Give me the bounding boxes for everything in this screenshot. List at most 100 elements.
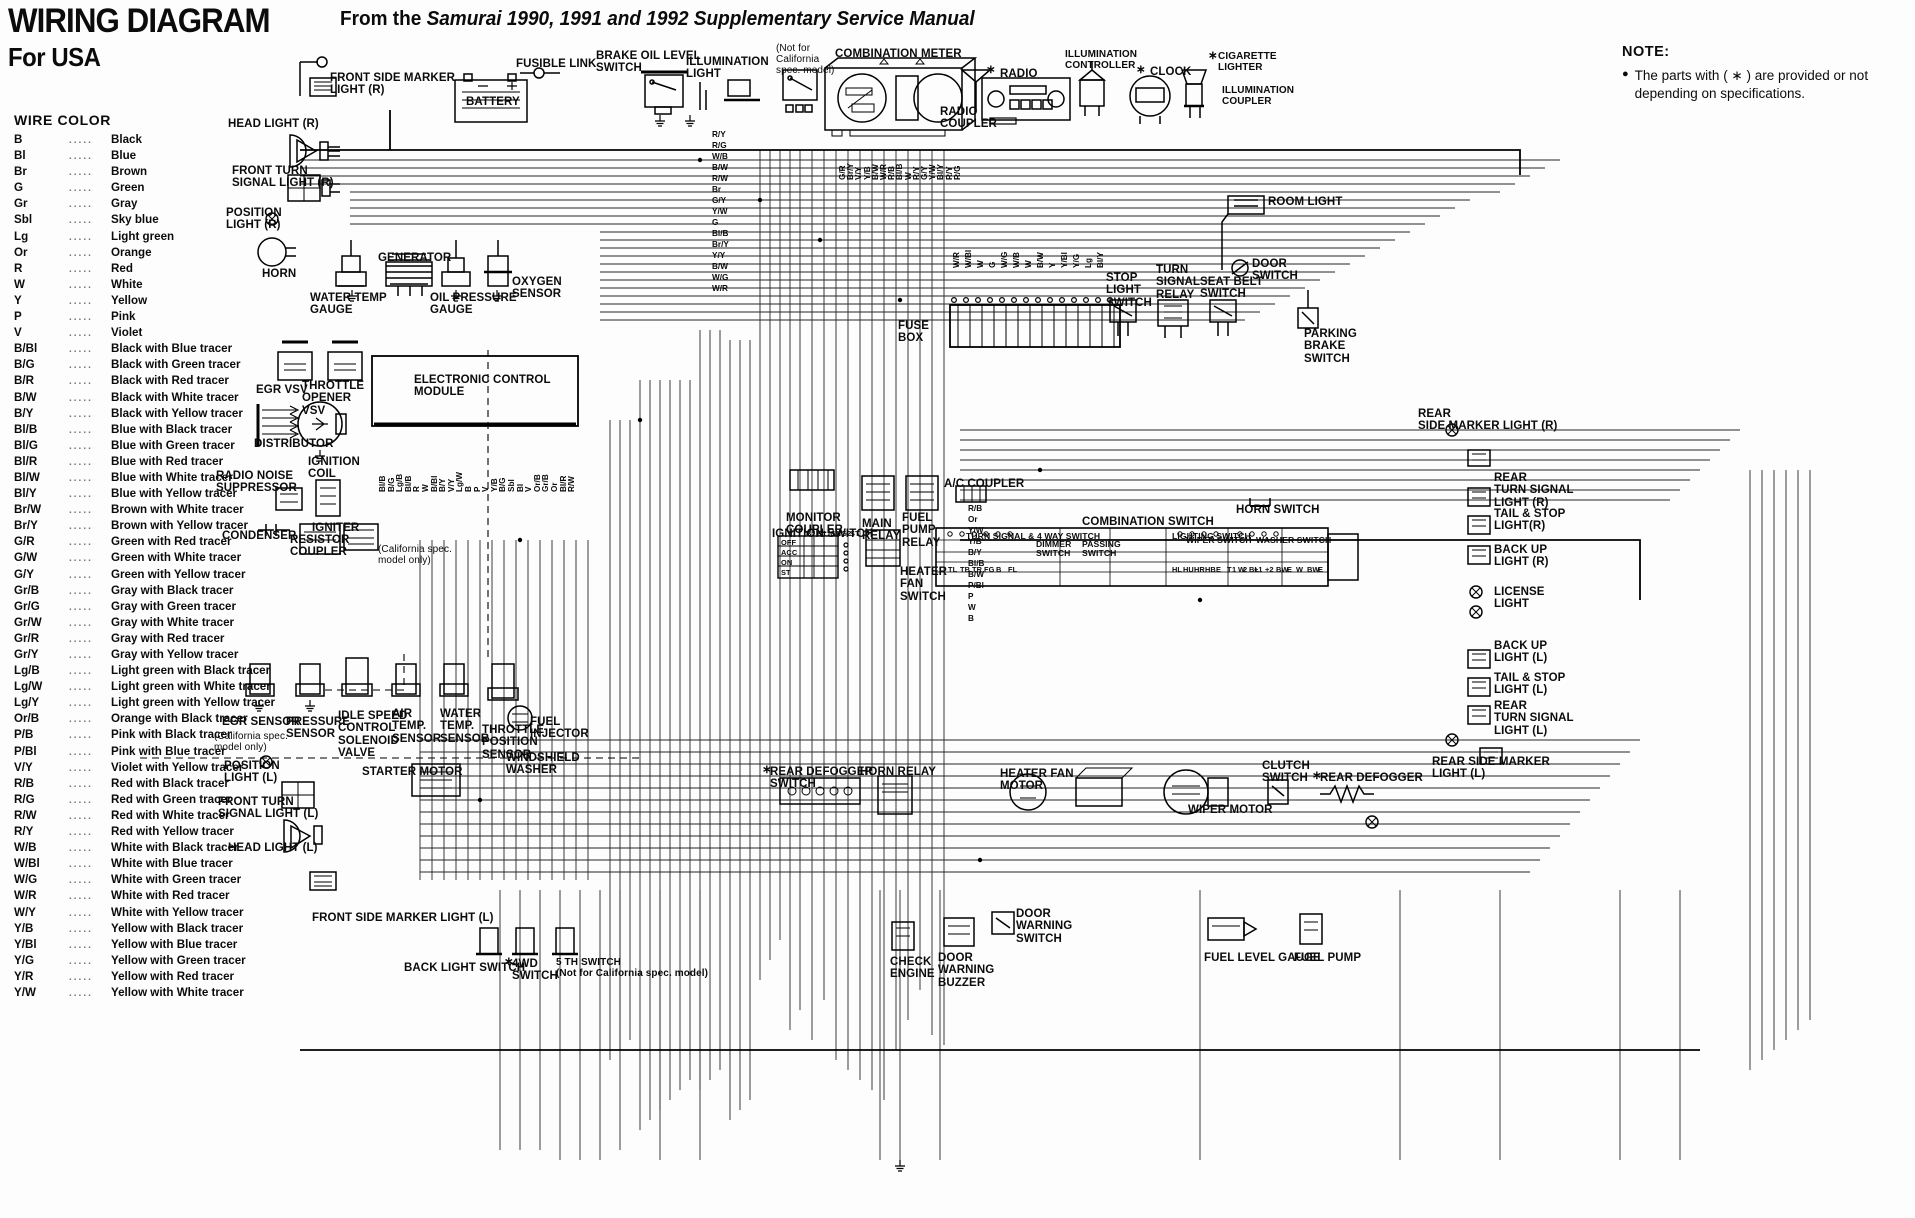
turn-signal-pin: FL — [1008, 565, 1018, 574]
component-label-room-light: ROOM LIGHT — [1268, 196, 1343, 208]
component-label-horn-switch: HORN SWITCH — [1236, 504, 1320, 516]
wiper-switch-pin: +1 — [1254, 565, 1263, 574]
ignition-switch-col: B1 — [817, 529, 827, 538]
wire-label: R/G — [952, 165, 962, 180]
wire-label: W — [968, 603, 976, 612]
horn-relay-symbol — [877, 775, 913, 815]
component-label-wiper-motor: WIPER MOTOR — [1188, 804, 1273, 816]
component-label-front-turn-signal-r: FRONT TURN SIGNAL LIGHT (R) — [232, 165, 334, 190]
lighting-switch-pin: HL — [1172, 565, 1183, 574]
wire-label: W/G — [1000, 251, 1009, 268]
component-label-position-light-r: POSITION LIGHT (R) — [226, 207, 282, 232]
component-label-rear-defogger-switch: REAR DEFOGGER SWITCH — [770, 766, 873, 791]
license-light-symbol — [1469, 585, 1483, 599]
component-label-tail-stop-r: TAIL & STOP LIGHT(R) — [1494, 508, 1566, 533]
component-label-fusible-link: FUSIBLE LINK — [516, 58, 597, 70]
component-label-battery: BATTERY — [466, 96, 520, 108]
wire-label: W/Bl — [964, 249, 973, 268]
wire-label: W — [421, 484, 430, 492]
component-label-clutch-switch: CLUTCH SWITCH — [1262, 760, 1310, 785]
component-label-throttle-opener-vsv: THROTTLE OPENER VSV — [302, 380, 365, 417]
component-label-combination-switch: COMBINATION SWITCH — [1082, 516, 1214, 528]
ignition-coil-symbol — [315, 479, 341, 517]
wiper-switch-pin: 1 — [1232, 565, 1237, 574]
washer-switch-pin: E — [1318, 565, 1324, 574]
wiper-switch-pin: +2 — [1265, 565, 1274, 574]
component-label-not-for-california: (Not for California spec. model) — [776, 43, 835, 76]
lighting-switch-pin: HR — [1194, 565, 1205, 574]
wire-label: W/B — [712, 152, 728, 161]
ignition-switch-row: ST — [781, 568, 791, 577]
junction-dots — [477, 157, 1203, 863]
component-label-generator: GENERATOR — [378, 252, 452, 264]
component-label-windshield-washer: WINDSHIELD WASHER — [506, 752, 580, 777]
wire-label: R/Y — [712, 130, 726, 139]
ignition-switch-row: ACC — [781, 548, 798, 557]
wire-label: B/Y — [968, 548, 982, 557]
wire-label: Y/G — [1072, 253, 1081, 268]
component-label-position-light-l: POSITION LIGHT (L) — [224, 760, 280, 785]
component-label-water-temp-gauge: WATER TEMP GAUGE — [310, 292, 387, 317]
component-label-stop-light-switch: STOP LIGHT SWITCH — [1106, 272, 1152, 309]
wire-label: P/Bl — [968, 581, 984, 590]
component-label-radio-star: ∗ — [986, 64, 996, 76]
wire-label: W — [1024, 260, 1033, 268]
component-label-distributor: DISTRIBUTOR — [254, 438, 334, 450]
wire-label: W/G — [712, 273, 729, 282]
bottom-sensors — [245, 657, 519, 701]
component-label-cigarette-star: ∗ — [1208, 50, 1218, 62]
egr-vsv-symbol — [277, 351, 313, 381]
component-label-electronic-control-module: ELECTRONIC CONTROL MODULE — [414, 374, 551, 399]
ignition-switch-col: B — [806, 529, 812, 538]
component-label-door-warning-switch: DOOR WARNING SWITCH — [1016, 908, 1073, 945]
component-label-heater-fan-motor: HEATER FAN MOTOR — [1000, 768, 1074, 793]
wire-label: W — [976, 260, 985, 268]
component-label-wiper-switch: WIPER SWITCH — [1186, 535, 1252, 545]
wire-label: G — [712, 218, 719, 227]
component-label-seat-belt-switch: SEAT BELT SWITCH — [1200, 276, 1264, 301]
component-label-ac-coupler: A/C COUPLER — [944, 478, 1025, 490]
component-label-front-side-marker-r: FRONT SIDE MARKER LIGHT (R) — [330, 72, 456, 97]
component-label-head-light-l: HEAD LIGHT (L) — [228, 842, 318, 854]
component-label-turn-signal-relay: TURN SIGNAL RELAY — [1156, 264, 1201, 301]
component-label-california-spec-only: (California spec. model only) — [378, 544, 452, 566]
component-label-condenser: CONDENSER — [222, 530, 297, 542]
component-label-tail-stop-l: TAIL & STOP LIGHT (L) — [1494, 672, 1566, 697]
lighting-switch-pin: HU — [1183, 565, 1194, 574]
wire-label: Y — [1048, 262, 1057, 268]
component-label-clock-star: ∗ — [1136, 64, 1146, 76]
component-label-starter-motor: STARTER MOTOR — [362, 766, 463, 778]
component-label-heater-fan-switch: HEATER FAN SWITCH — [900, 566, 948, 603]
component-label-clock: CLOCK — [1150, 66, 1192, 78]
component-label-air-temp-sensor: AIR TEMP. SENSOR — [392, 708, 442, 745]
component-label-washer-switch: WASHER SWITCH — [1256, 535, 1332, 545]
wire-label: Lg — [1084, 257, 1093, 268]
component-label-igniter: IGNITER — [312, 522, 360, 534]
fuel-pump-relay-symbol — [905, 475, 939, 511]
wire-label: Lg/B — [395, 473, 405, 492]
component-label-radio-coupler: RADIO COUPLER — [940, 106, 997, 131]
wiper-switch-pin: 2 — [1243, 565, 1248, 574]
component-label-fuel-injector: FUEL INJECTOR — [530, 716, 589, 741]
component-label-rear-defogger-star: ∗ — [762, 764, 772, 776]
wire-label: Bl/B — [378, 475, 387, 492]
wire-label: R/W — [712, 174, 728, 183]
component-label-dimmer-switch: DIMMER SWITCH — [1036, 539, 1072, 559]
turn-signal-pin: FG — [984, 565, 995, 574]
ignition-switch-row: OFF — [781, 538, 797, 547]
component-label-ignition-coil: IGNITION COIL — [308, 456, 360, 481]
component-label-radio: RADIO — [1000, 68, 1038, 80]
wire-label: V — [481, 486, 491, 492]
wire-label: V — [524, 486, 534, 492]
component-label-rear-defogger2-star: ∗ — [1312, 770, 1322, 782]
wire-label: B — [464, 486, 473, 492]
turn-signal-pin: TL — [948, 565, 958, 574]
component-label-check-engine: CHECK ENGINE — [890, 956, 935, 981]
wire-label: Y/W — [968, 526, 984, 535]
room-light-symbol — [1227, 195, 1265, 215]
component-label-cigarette-lighter: CIGARETTE LIGHTER — [1218, 51, 1277, 73]
component-label-horn: HORN — [262, 268, 297, 280]
component-label-parking-brake-switch: PARKING BRAKE SWITCH — [1304, 328, 1357, 365]
fuel-pump-symbol — [1299, 913, 1323, 945]
wire-label: Br/Y — [712, 240, 729, 249]
